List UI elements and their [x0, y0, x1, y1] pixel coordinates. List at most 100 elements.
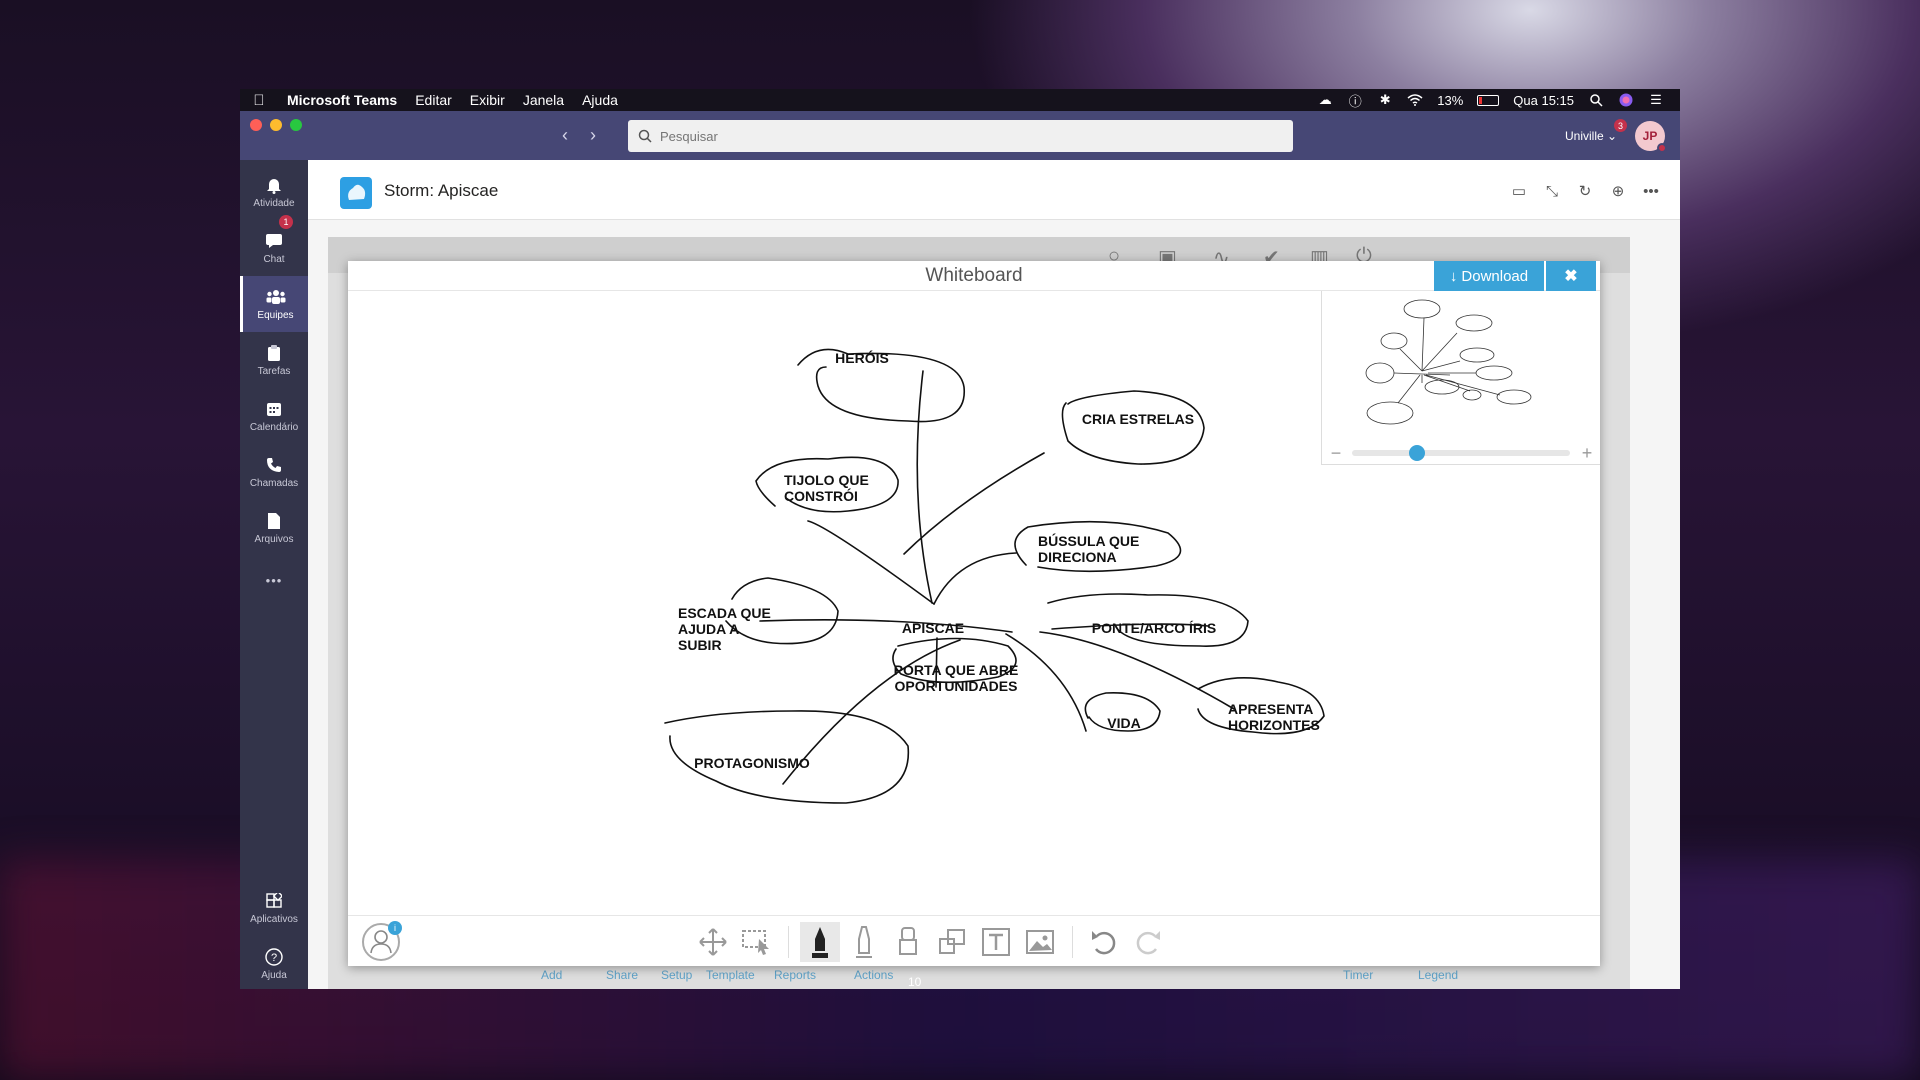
storm-share-label[interactable]: Share: [606, 968, 638, 982]
menu-exibir[interactable]: Exibir: [461, 92, 514, 108]
stroke-to-bussula: [933, 552, 1017, 605]
node-bussula-line1[interactable]: BÚSSULA QUE: [1038, 532, 1139, 549]
node-ponte[interactable]: PONTE/ARCO ÍRIS: [1092, 620, 1216, 636]
storm-actions-label[interactable]: Actions: [854, 968, 893, 982]
more-options-icon[interactable]: •••: [1642, 182, 1660, 200]
minimap-preview: [1365, 299, 1532, 425]
rail-item-equipes[interactable]: Equipes: [240, 276, 308, 332]
svg-text:?: ?: [271, 952, 277, 964]
zoom-out-button[interactable]: −: [1328, 443, 1344, 464]
text-tool[interactable]: [976, 922, 1016, 962]
rail-label: Chamadas: [249, 477, 299, 489]
node-center-apiscae[interactable]: APISCAE: [902, 620, 964, 636]
app-header: Storm: Apiscae ▭ ⤡ ↻ ⊕ •••: [308, 160, 1680, 220]
search-input[interactable]: [660, 128, 1260, 144]
redo-button[interactable]: [1128, 922, 1168, 962]
storm-setup-label[interactable]: Setup: [661, 968, 692, 982]
node-tijolo-line1[interactable]: TIJOLO QUE: [784, 472, 869, 488]
node-herois[interactable]: HERÓIS: [835, 349, 889, 366]
toolbar-separator: [788, 926, 789, 958]
download-button[interactable]: ↓ Download: [1434, 261, 1544, 291]
pen-tool[interactable]: [800, 922, 840, 962]
stroke-to-escada: [759, 619, 1013, 633]
page-title: Storm: Apiscae: [384, 181, 499, 200]
rail-item-atividade[interactable]: Atividade: [240, 164, 308, 220]
apple-icon[interactable]: : [240, 92, 278, 109]
highlighter-icon: [856, 926, 872, 958]
rail-item-ajuda[interactable]: ? Ajuda: [240, 936, 308, 989]
move-tool[interactable]: [693, 922, 733, 962]
rail-item-chat[interactable]: Chat: [240, 220, 308, 276]
storm-timer-label[interactable]: Timer: [1343, 968, 1373, 982]
chat-icon: [264, 232, 284, 250]
rail-item-arquivos[interactable]: Arquivos: [240, 500, 308, 556]
search-box[interactable]: [628, 120, 1293, 152]
bluetooth-icon[interactable]: ✱: [1377, 92, 1393, 107]
node-escada-line2[interactable]: AJUDA A: [678, 621, 739, 637]
rail-item-chamadas[interactable]: Chamadas: [240, 444, 308, 500]
node-vida[interactable]: VIDA: [1107, 715, 1140, 731]
org-switcher[interactable]: Univille ⌄: [1565, 129, 1617, 143]
storm-add-label[interactable]: Add: [541, 968, 562, 982]
menu-app-name[interactable]: Microsoft Teams: [278, 92, 406, 108]
node-bussula-line2[interactable]: DIRECIONA: [1038, 549, 1117, 565]
redo-icon: [1136, 931, 1160, 955]
node-apresenta-line1[interactable]: APRESENTA: [1228, 701, 1313, 717]
accessibility-icon[interactable]: ⓘ: [1347, 93, 1363, 109]
spotlight-search-icon[interactable]: [1588, 93, 1604, 107]
rail-item-aplicativos[interactable]: Aplicativos: [240, 880, 308, 936]
refresh-icon[interactable]: ↻: [1576, 182, 1594, 200]
more-apps-button[interactable]: •••: [240, 552, 308, 608]
node-tijolo-line2[interactable]: CONSTRÓI: [784, 487, 858, 504]
zoom-window-button[interactable]: [290, 119, 302, 131]
conversation-icon[interactable]: ▭: [1510, 182, 1528, 200]
shapes-tool[interactable]: [932, 922, 972, 962]
stroke-to-apresenta: [1039, 631, 1235, 710]
minimize-window-button[interactable]: [270, 119, 282, 131]
calendar-icon: [264, 400, 284, 418]
node-escada-line1[interactable]: ESCADA QUE: [678, 605, 771, 621]
menu-ajuda[interactable]: Ajuda: [573, 92, 627, 108]
rail-item-tarefas[interactable]: Tarefas: [240, 332, 308, 388]
zoom-in-button[interactable]: +: [1579, 443, 1595, 464]
close-icon: ✖: [1564, 268, 1578, 285]
whiteboard-minimap[interactable]: − +: [1321, 291, 1600, 465]
menu-clock[interactable]: Qua 15:15: [1513, 93, 1574, 108]
image-icon: [1026, 930, 1054, 954]
rail-item-calendario[interactable]: Calendário: [240, 388, 308, 444]
storm-legend-label[interactable]: Legend: [1418, 968, 1458, 982]
eraser-icon: [899, 927, 917, 955]
node-porta-line2[interactable]: OPORTUNIDADES: [895, 678, 1018, 694]
node-escada-line3[interactable]: SUBIR: [678, 637, 722, 653]
node-apresenta-line2[interactable]: HORIZONTES: [1228, 717, 1320, 733]
teams-window: ‹ › Univille ⌄ 3 JP Atividade 1 Chat Equ…: [240, 111, 1680, 989]
close-whiteboard-button[interactable]: ✖: [1546, 261, 1596, 291]
menu-janela[interactable]: Janela: [514, 92, 573, 108]
node-protagonismo[interactable]: PROTAGONISMO: [694, 755, 810, 771]
apps-icon: [264, 892, 284, 910]
zoom-slider-handle[interactable]: [1409, 445, 1426, 461]
forward-arrow-icon[interactable]: ›: [590, 125, 596, 146]
wifi-icon[interactable]: [1407, 93, 1423, 107]
highlighter-tool[interactable]: [844, 922, 884, 962]
select-tool[interactable]: [737, 922, 777, 962]
close-window-button[interactable]: [250, 119, 262, 131]
zoom-slider[interactable]: [1352, 450, 1570, 456]
notification-center-icon[interactable]: ☰: [1648, 92, 1664, 107]
eraser-tool[interactable]: [888, 922, 928, 962]
image-tool[interactable]: [1020, 922, 1060, 962]
creative-cloud-icon[interactable]: ☁: [1317, 92, 1333, 107]
pen-icon: [812, 927, 828, 958]
rail-label: Ajuda: [261, 969, 287, 981]
menu-editar[interactable]: Editar: [406, 92, 461, 108]
back-arrow-icon[interactable]: ‹: [562, 125, 568, 146]
globe-icon[interactable]: ⊕: [1609, 182, 1627, 200]
battery-icon[interactable]: [1477, 94, 1500, 106]
storm-template-label[interactable]: Template: [706, 968, 755, 982]
node-porta-line1[interactable]: PORTA QUE ABRE: [894, 662, 1019, 678]
undo-button[interactable]: [1084, 922, 1124, 962]
node-cria-estrelas[interactable]: CRIA ESTRELAS: [1082, 411, 1194, 427]
storm-reports-label[interactable]: Reports: [774, 968, 816, 982]
siri-icon[interactable]: [1618, 93, 1634, 107]
collapse-icon[interactable]: ⤡: [1543, 182, 1561, 200]
